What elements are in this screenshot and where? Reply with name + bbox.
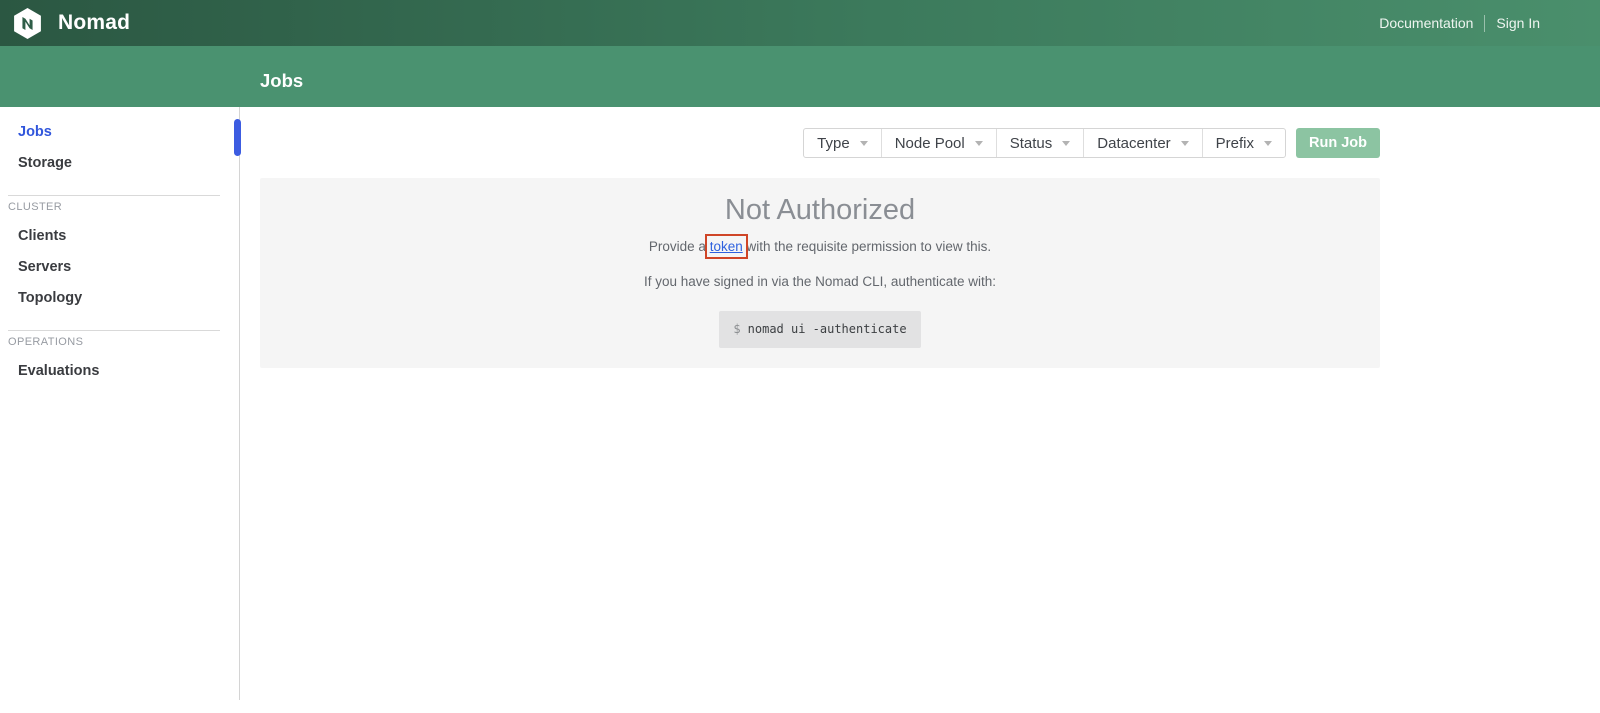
sidebar-item-evaluations[interactable]: Evaluations [18, 363, 230, 379]
filter-group: Type Node Pool Status Datacenter Prefix [803, 128, 1286, 158]
sidebar-section-operations: OPERATIONS [8, 337, 230, 348]
message-prefix: Provide a [649, 239, 710, 254]
filter-label: Datacenter [1097, 135, 1170, 152]
filter-label: Node Pool [895, 135, 965, 152]
shell-prompt: $ [733, 322, 740, 336]
sidebar-scrollbar-thumb[interactable] [234, 119, 241, 156]
chevron-down-icon [1264, 141, 1272, 146]
sidebar-separator [8, 195, 220, 196]
filter-label: Prefix [1216, 135, 1254, 152]
page-header: Jobs [0, 46, 1600, 107]
sidebar-section-cluster: CLUSTER [8, 202, 230, 213]
chevron-down-icon [1181, 141, 1189, 146]
cli-command: nomad ui -authenticate [748, 322, 907, 336]
documentation-link[interactable]: Documentation [1379, 15, 1473, 31]
not-authorized-panel: Not Authorized Provide a token with the … [260, 178, 1380, 368]
message-suffix: with the requisite permission to view th… [743, 239, 991, 254]
sidebar-item-clients[interactable]: Clients [18, 228, 230, 244]
filter-label: Type [817, 135, 850, 152]
sidebar-divider [239, 107, 240, 700]
sidebar-item-jobs[interactable]: Jobs [18, 124, 230, 140]
sidebar-menu: Jobs Storage CLUSTER Clients Servers Top… [0, 107, 240, 379]
not-authorized-title: Not Authorized [260, 191, 1380, 229]
nomad-logo-icon [14, 8, 41, 39]
topbar-links: Documentation Sign In [1379, 15, 1540, 32]
topbar: Nomad Documentation Sign In [0, 0, 1600, 46]
sidebar-separator [8, 330, 220, 331]
filter-dropdown-datacenter[interactable]: Datacenter [1083, 129, 1201, 157]
jobs-toolbar: Type Node Pool Status Datacenter Prefix … [803, 128, 1380, 158]
sidebar-item-storage[interactable]: Storage [18, 155, 230, 171]
sidebar-item-servers[interactable]: Servers [18, 259, 230, 275]
filter-label: Status [1010, 135, 1053, 152]
sidebar: Jobs Storage CLUSTER Clients Servers Top… [0, 107, 240, 713]
filter-dropdown-status[interactable]: Status [996, 129, 1084, 157]
brand-name: Nomad [58, 11, 130, 35]
filter-dropdown-type[interactable]: Type [804, 129, 881, 157]
cli-hint-message: If you have signed in via the Nomad CLI,… [260, 271, 1380, 293]
sidebar-item-topology[interactable]: Topology [18, 290, 230, 306]
not-authorized-message: Provide a token with the requisite permi… [260, 236, 1380, 258]
nomad-brand[interactable]: Nomad [14, 8, 130, 39]
run-job-button[interactable]: Run Job [1296, 128, 1380, 158]
chevron-down-icon [975, 141, 983, 146]
sign-in-link[interactable]: Sign In [1496, 15, 1540, 31]
token-link[interactable]: token [710, 239, 743, 254]
cli-command-block: $ nomad ui -authenticate [719, 311, 920, 348]
chevron-down-icon [1062, 141, 1070, 146]
topbar-divider [1484, 15, 1485, 32]
filter-dropdown-node-pool[interactable]: Node Pool [881, 129, 996, 157]
filter-dropdown-prefix[interactable]: Prefix [1202, 129, 1285, 157]
page-title: Jobs [260, 70, 303, 92]
chevron-down-icon [860, 141, 868, 146]
